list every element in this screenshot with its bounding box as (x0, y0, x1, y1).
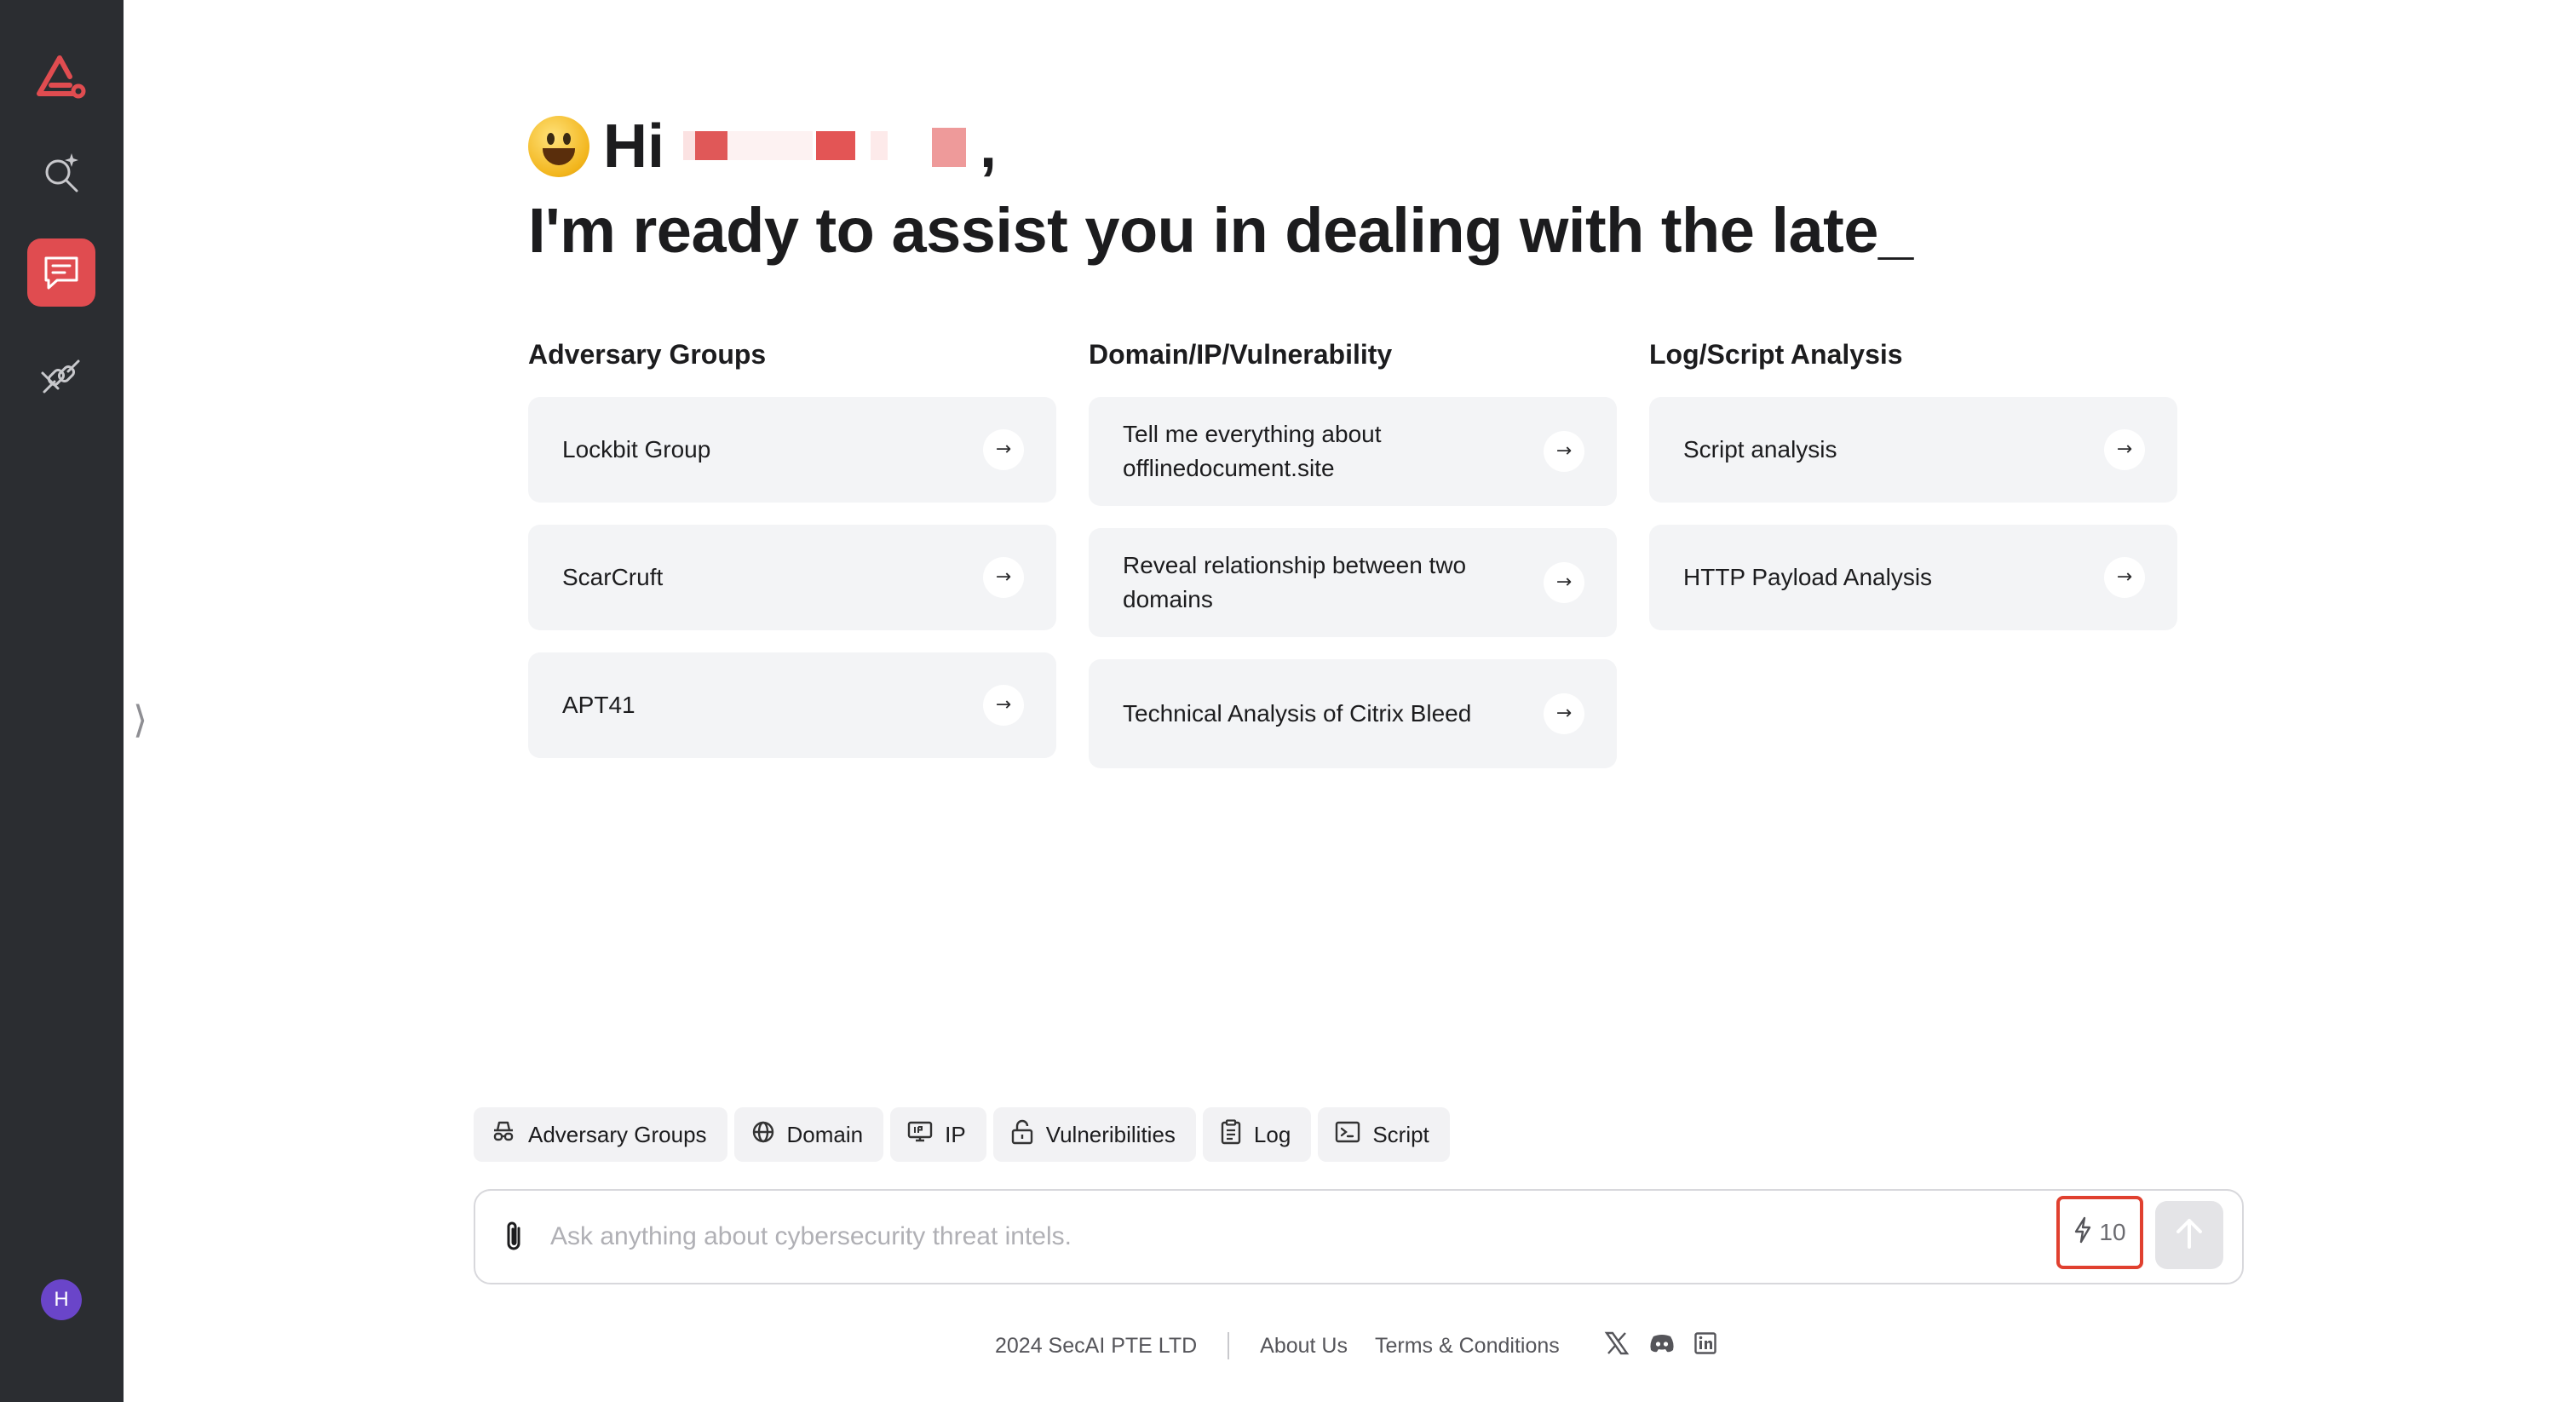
suggestion-card[interactable]: APT41 → (528, 652, 1056, 758)
chip-adversary-groups[interactable]: Adversary Groups (474, 1107, 727, 1162)
column-title: Log/Script Analysis (1649, 339, 1903, 370)
ip-monitor-icon (907, 1120, 933, 1150)
chip-script[interactable]: Script (1318, 1107, 1450, 1162)
domain-ip-vulnerability-column: Domain/IP/Vulnerability Tell me everythi… (1089, 339, 1617, 768)
avatar[interactable]: H (41, 1279, 82, 1320)
about-us-link[interactable]: About Us (1260, 1334, 1348, 1359)
globe-icon (751, 1120, 775, 1150)
page-headline: I'm ready to assist you in dealing with … (528, 195, 1913, 266)
chat-input[interactable] (550, 1216, 1998, 1257)
search-sparkle-icon[interactable] (27, 138, 95, 206)
chip-log[interactable]: Log (1202, 1107, 1312, 1162)
chip-ip[interactable]: IP (890, 1107, 986, 1162)
chip-domain[interactable]: Domain (733, 1107, 884, 1162)
greeting-comma: , (980, 112, 998, 181)
card-label: Technical Analysis of Citrix Bleed (1123, 700, 1472, 727)
credits-counter[interactable]: 10 (2056, 1196, 2143, 1269)
greeting-hi-line: Hi , (528, 109, 1913, 184)
terms-link[interactable]: Terms & Conditions (1375, 1334, 1560, 1359)
arrow-right-icon: → (983, 429, 1024, 470)
card-label: HTTP Payload Analysis (1683, 564, 1933, 590)
sidebar: H (0, 0, 124, 1402)
social-links (1604, 1331, 1716, 1361)
chip-label: Log (1253, 1121, 1291, 1147)
logo-icon[interactable] (27, 43, 95, 111)
arrow-right-icon: → (1544, 431, 1584, 472)
chip-label: Adversary Groups (528, 1121, 707, 1147)
card-label: ScarCruft (562, 564, 664, 590)
expand-sidebar-handle[interactable]: ⟩ (133, 698, 147, 742)
chat-icon[interactable] (27, 238, 95, 307)
arrow-right-icon: → (983, 685, 1024, 726)
log-script-analysis-column: Log/Script Analysis Script analysis → HT… (1649, 339, 2177, 630)
x-icon[interactable] (1604, 1331, 1630, 1361)
terminal-icon (1335, 1120, 1360, 1150)
column-title: Domain/IP/Vulnerability (1089, 339, 1393, 370)
suggestion-card[interactable]: Technical Analysis of Citrix Bleed → (1089, 659, 1617, 768)
chip-label: Script (1372, 1121, 1429, 1147)
paperclip-icon[interactable] (496, 1218, 533, 1255)
card-label: Script analysis (1683, 436, 1837, 463)
app-root: H ⟩ Hi , I'm ready to assist you in deal… (0, 0, 2576, 1402)
arrow-right-icon: → (983, 557, 1024, 598)
avatar-initial: H (54, 1288, 69, 1311)
arrow-right-icon: → (1544, 562, 1584, 603)
clipboard-icon (1220, 1118, 1242, 1151)
greeting-hi: Hi (603, 112, 664, 181)
footer-divider (1228, 1332, 1230, 1359)
card-label: APT41 (562, 692, 635, 718)
suggestion-card[interactable]: ScarCruft → (528, 525, 1056, 630)
adversary-groups-column: Adversary Groups Lockbit Group → ScarCru… (528, 339, 1056, 758)
arrow-up-icon (2174, 1216, 2205, 1255)
send-button[interactable] (2155, 1201, 2223, 1269)
chip-label: Vulneribilities (1045, 1121, 1176, 1147)
integration-icon[interactable] (27, 342, 95, 411)
card-label: Tell me everything about offlinedocument… (1123, 421, 1382, 481)
suggestion-card[interactable]: Script analysis → (1649, 397, 2177, 503)
copyright: 2024 SecAI PTE LTD (995, 1333, 1198, 1358)
category-chips: Adversary Groups Domain IP Vulneribiliti… (474, 1107, 1450, 1162)
discord-icon[interactable] (1648, 1333, 1676, 1359)
footer: 2024 SecAI PTE LTD About Us Terms & Cond… (995, 1331, 1716, 1360)
arrow-right-icon: → (2104, 557, 2145, 598)
spy-icon (491, 1120, 516, 1150)
suggestion-card[interactable]: Lockbit Group → (528, 397, 1056, 503)
suggestion-card[interactable]: Tell me everything about offlinedocument… (1089, 397, 1617, 506)
chip-label: Domain (786, 1121, 864, 1147)
smiley-emoji-icon (528, 116, 589, 177)
card-label: Lockbit Group (562, 436, 711, 463)
card-label: Reveal relationship between two domains (1123, 552, 1467, 612)
redacted-username (675, 116, 976, 177)
arrow-right-icon: → (1544, 693, 1584, 734)
chat-input-bar: 10 (474, 1189, 2244, 1284)
linkedin-icon[interactable] (1694, 1331, 1716, 1360)
chip-vulneribilities[interactable]: Vulneribilities (992, 1107, 1196, 1162)
suggestion-card[interactable]: HTTP Payload Analysis → (1649, 525, 2177, 630)
chip-label: IP (945, 1121, 966, 1147)
suggestion-card[interactable]: Reveal relationship between two domains … (1089, 528, 1617, 637)
greeting: Hi , I'm ready to assist you in dealing … (528, 109, 1913, 267)
unlock-icon (1010, 1119, 1034, 1151)
credits-value: 10 (2099, 1219, 2126, 1245)
arrow-right-icon: → (2104, 429, 2145, 470)
lightning-icon (2073, 1216, 2092, 1250)
column-title: Adversary Groups (528, 339, 767, 370)
